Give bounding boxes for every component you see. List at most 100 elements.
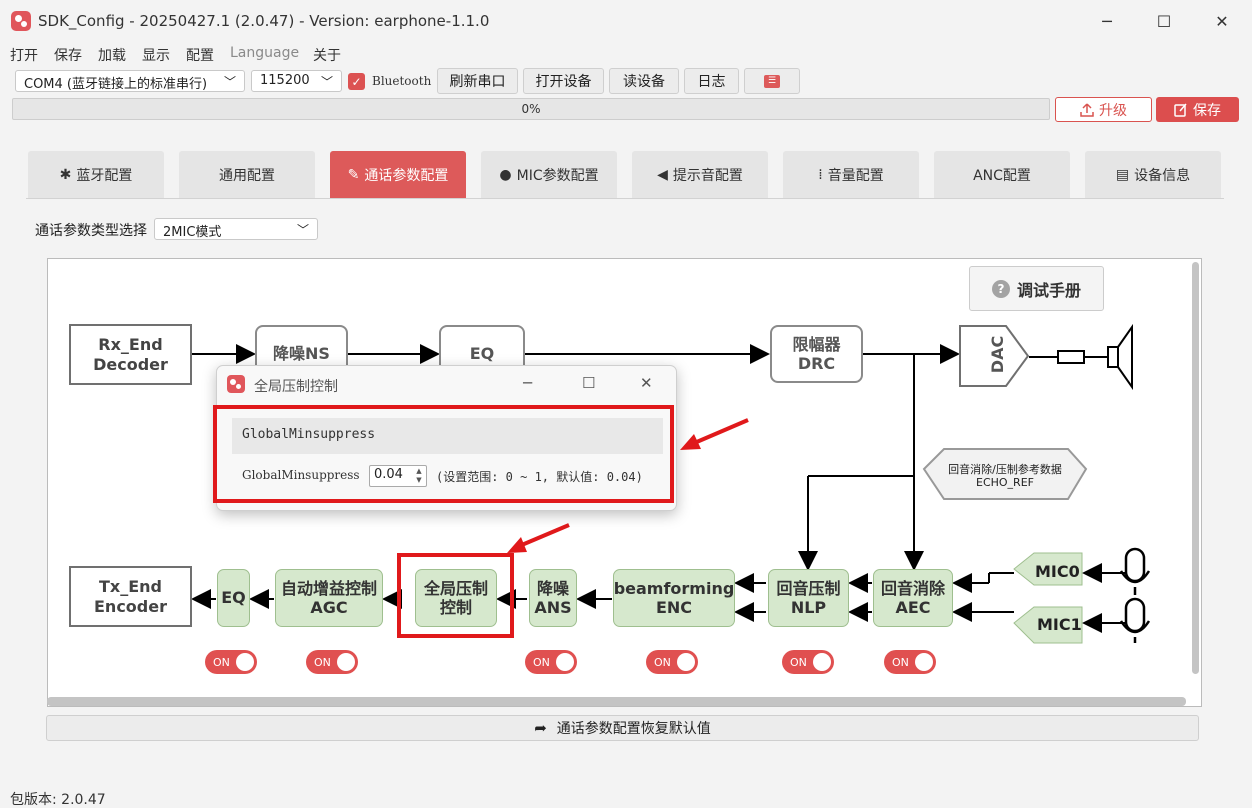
edit-icon: ✎ xyxy=(347,167,360,183)
global-min-suppress-dialog: 全局压制控制 ─ ☐ ✕ GlobalMinsuppress GlobalMin… xyxy=(213,365,677,511)
nlp-block[interactable]: 回音压制 NLP xyxy=(768,569,849,627)
block-label: AGC xyxy=(310,598,348,617)
dialog-title: 全局压制控制 xyxy=(254,379,338,395)
agc-block[interactable]: 自动增益控制 AGC xyxy=(275,569,383,627)
mic0-label: MIC0 xyxy=(1035,562,1080,581)
aec-block[interactable]: 回音消除 AEC xyxy=(873,569,953,627)
arrow-annotation xyxy=(680,418,749,450)
tab-volume[interactable]: ⁞ 音量配置 xyxy=(783,151,919,199)
tab-mic-params[interactable]: ● MIC参数配置 xyxy=(481,151,617,199)
enc-toggle[interactable]: ON xyxy=(646,650,698,674)
tab-label: 音量配置 xyxy=(827,168,884,184)
upgrade-label: 升级 xyxy=(1099,102,1127,119)
block-label: 自动增益控制 xyxy=(280,578,377,598)
block-label: ECHO_REF xyxy=(976,476,1034,489)
package-version: 包版本: 2.0.47 xyxy=(10,792,106,808)
block-label: Rx_End xyxy=(98,335,163,355)
waveform-icon: ⁞ xyxy=(818,167,823,183)
chevron-down-icon: ﹀ xyxy=(296,223,309,237)
tab-label: 设备信息 xyxy=(1134,168,1191,184)
tab-anc[interactable]: ANC配置 xyxy=(934,151,1070,199)
minimize-button[interactable]: ─ xyxy=(1084,8,1130,34)
drc-block[interactable]: 限幅器 DRC xyxy=(770,325,863,383)
upload-icon xyxy=(1080,102,1094,117)
upgrade-button[interactable]: 升级 xyxy=(1055,97,1152,122)
tab-device-info[interactable]: ▤ 设备信息 xyxy=(1085,151,1221,199)
call-type-value: 2MIC模式 xyxy=(163,225,222,240)
chevron-down-icon: ﹀ xyxy=(320,75,333,89)
restore-defaults-button[interactable]: ➦ 通话参数配置恢复默认值 xyxy=(46,715,1199,741)
tab-label: 蓝牙配置 xyxy=(76,168,133,184)
tab-label: 通用配置 xyxy=(219,168,275,184)
menu-language[interactable]: Language xyxy=(230,45,299,61)
tab-label: MIC参数配置 xyxy=(516,168,599,184)
app-icon xyxy=(227,375,245,393)
clipboard-icon: ▤ xyxy=(1115,167,1130,183)
ans-block[interactable]: 降噪 ANS xyxy=(529,569,577,627)
call-type-select[interactable]: 2MIC模式 ﹀ xyxy=(154,218,318,240)
list-icon: ☰ xyxy=(764,74,780,88)
tab-bluetooth[interactable]: ✱ 蓝牙配置 xyxy=(28,151,164,199)
nlp-toggle[interactable]: ON xyxy=(782,650,834,674)
debug-manual-button[interactable]: ? 调试手册 xyxy=(969,266,1104,311)
arrow-annotation xyxy=(507,523,570,553)
tab-label: 通话参数配置 xyxy=(364,168,449,184)
port-select[interactable]: COM4 (蓝牙链接上的标准串行) ﹀ xyxy=(15,70,245,92)
read-device-button[interactable]: 读设备 xyxy=(609,68,679,94)
dialog-minimize-button[interactable]: ─ xyxy=(523,374,532,392)
dialog-maximize-button[interactable]: ☐ xyxy=(582,374,595,392)
eq-toggle[interactable]: ON xyxy=(205,650,257,674)
microphone-icon xyxy=(1119,547,1151,643)
tab-call-params[interactable]: ✎ 通话参数配置 xyxy=(330,151,466,199)
block-label: Tx_End xyxy=(98,577,162,597)
menu-config[interactable]: 配置 xyxy=(186,45,214,65)
call-type-label: 通话参数类型选择 xyxy=(35,223,147,239)
log-button[interactable]: 日志 xyxy=(684,68,739,94)
tab-label: 提示音配置 xyxy=(672,168,743,184)
menu-open[interactable]: 打开 xyxy=(10,45,38,65)
baud-select[interactable]: 115200 ﹀ xyxy=(251,70,342,92)
app-icon xyxy=(11,11,31,31)
baud-select-value: 115200 xyxy=(260,73,310,88)
bluetooth-checkbox[interactable]: ✓ xyxy=(348,73,365,90)
enc-block[interactable]: beamforming ENC xyxy=(613,569,735,627)
tab-prompt-tone[interactable]: ◀ 提示音配置 xyxy=(632,151,768,199)
help-icon: ? xyxy=(991,279,1010,298)
microphone-icon: ● xyxy=(499,167,512,183)
eq-block[interactable]: EQ xyxy=(217,569,250,627)
bluetooth-label: Bluetooth xyxy=(372,74,432,88)
block-label: 回音消除/压制参考数据 xyxy=(948,462,1062,476)
agc-toggle[interactable]: ON xyxy=(306,650,358,674)
extra-button[interactable]: ☰ xyxy=(744,68,800,94)
ans-toggle[interactable]: ON xyxy=(525,650,577,674)
block-label: DRC xyxy=(797,354,836,373)
save-button[interactable]: 保存 xyxy=(1156,97,1239,122)
menu-save[interactable]: 保存 xyxy=(54,45,82,65)
block-label: ANS xyxy=(534,598,572,617)
block-label: AEC xyxy=(895,598,931,617)
block-label: NLP xyxy=(790,598,827,617)
tx-end-encoder-block: Tx_End Encoder xyxy=(69,566,192,627)
share-arrow-icon: ➦ xyxy=(534,719,547,737)
block-label: beamforming xyxy=(613,578,735,598)
tab-divider xyxy=(26,198,1224,199)
port-select-value: COM4 (蓝牙链接上的标准串行) xyxy=(24,77,208,92)
mic1-label: MIC1 xyxy=(1037,615,1082,634)
echo-ref-block: 回音消除/压制参考数据 ECHO_REF xyxy=(932,458,1078,494)
highlight-frame xyxy=(397,553,514,638)
bluetooth-icon: ✱ xyxy=(59,167,72,183)
block-label: 回音压制 xyxy=(776,578,841,598)
aec-toggle[interactable]: ON xyxy=(884,650,936,674)
menu-load[interactable]: 加载 xyxy=(98,45,126,65)
maximize-button[interactable]: ☐ xyxy=(1141,8,1187,34)
horizontal-scrollbar[interactable] xyxy=(47,697,1186,706)
tab-general[interactable]: 通用配置 xyxy=(179,151,315,199)
menu-display[interactable]: 显示 xyxy=(142,45,170,65)
menu-about[interactable]: 关于 xyxy=(313,45,341,65)
vertical-scrollbar[interactable] xyxy=(1192,262,1199,674)
open-device-button[interactable]: 打开设备 xyxy=(523,68,604,94)
dialog-close-button[interactable]: ✕ xyxy=(640,374,653,392)
refresh-port-button[interactable]: 刷新串口 xyxy=(437,68,518,94)
close-button[interactable]: ✕ xyxy=(1199,8,1245,34)
debug-manual-label: 调试手册 xyxy=(1016,280,1081,300)
